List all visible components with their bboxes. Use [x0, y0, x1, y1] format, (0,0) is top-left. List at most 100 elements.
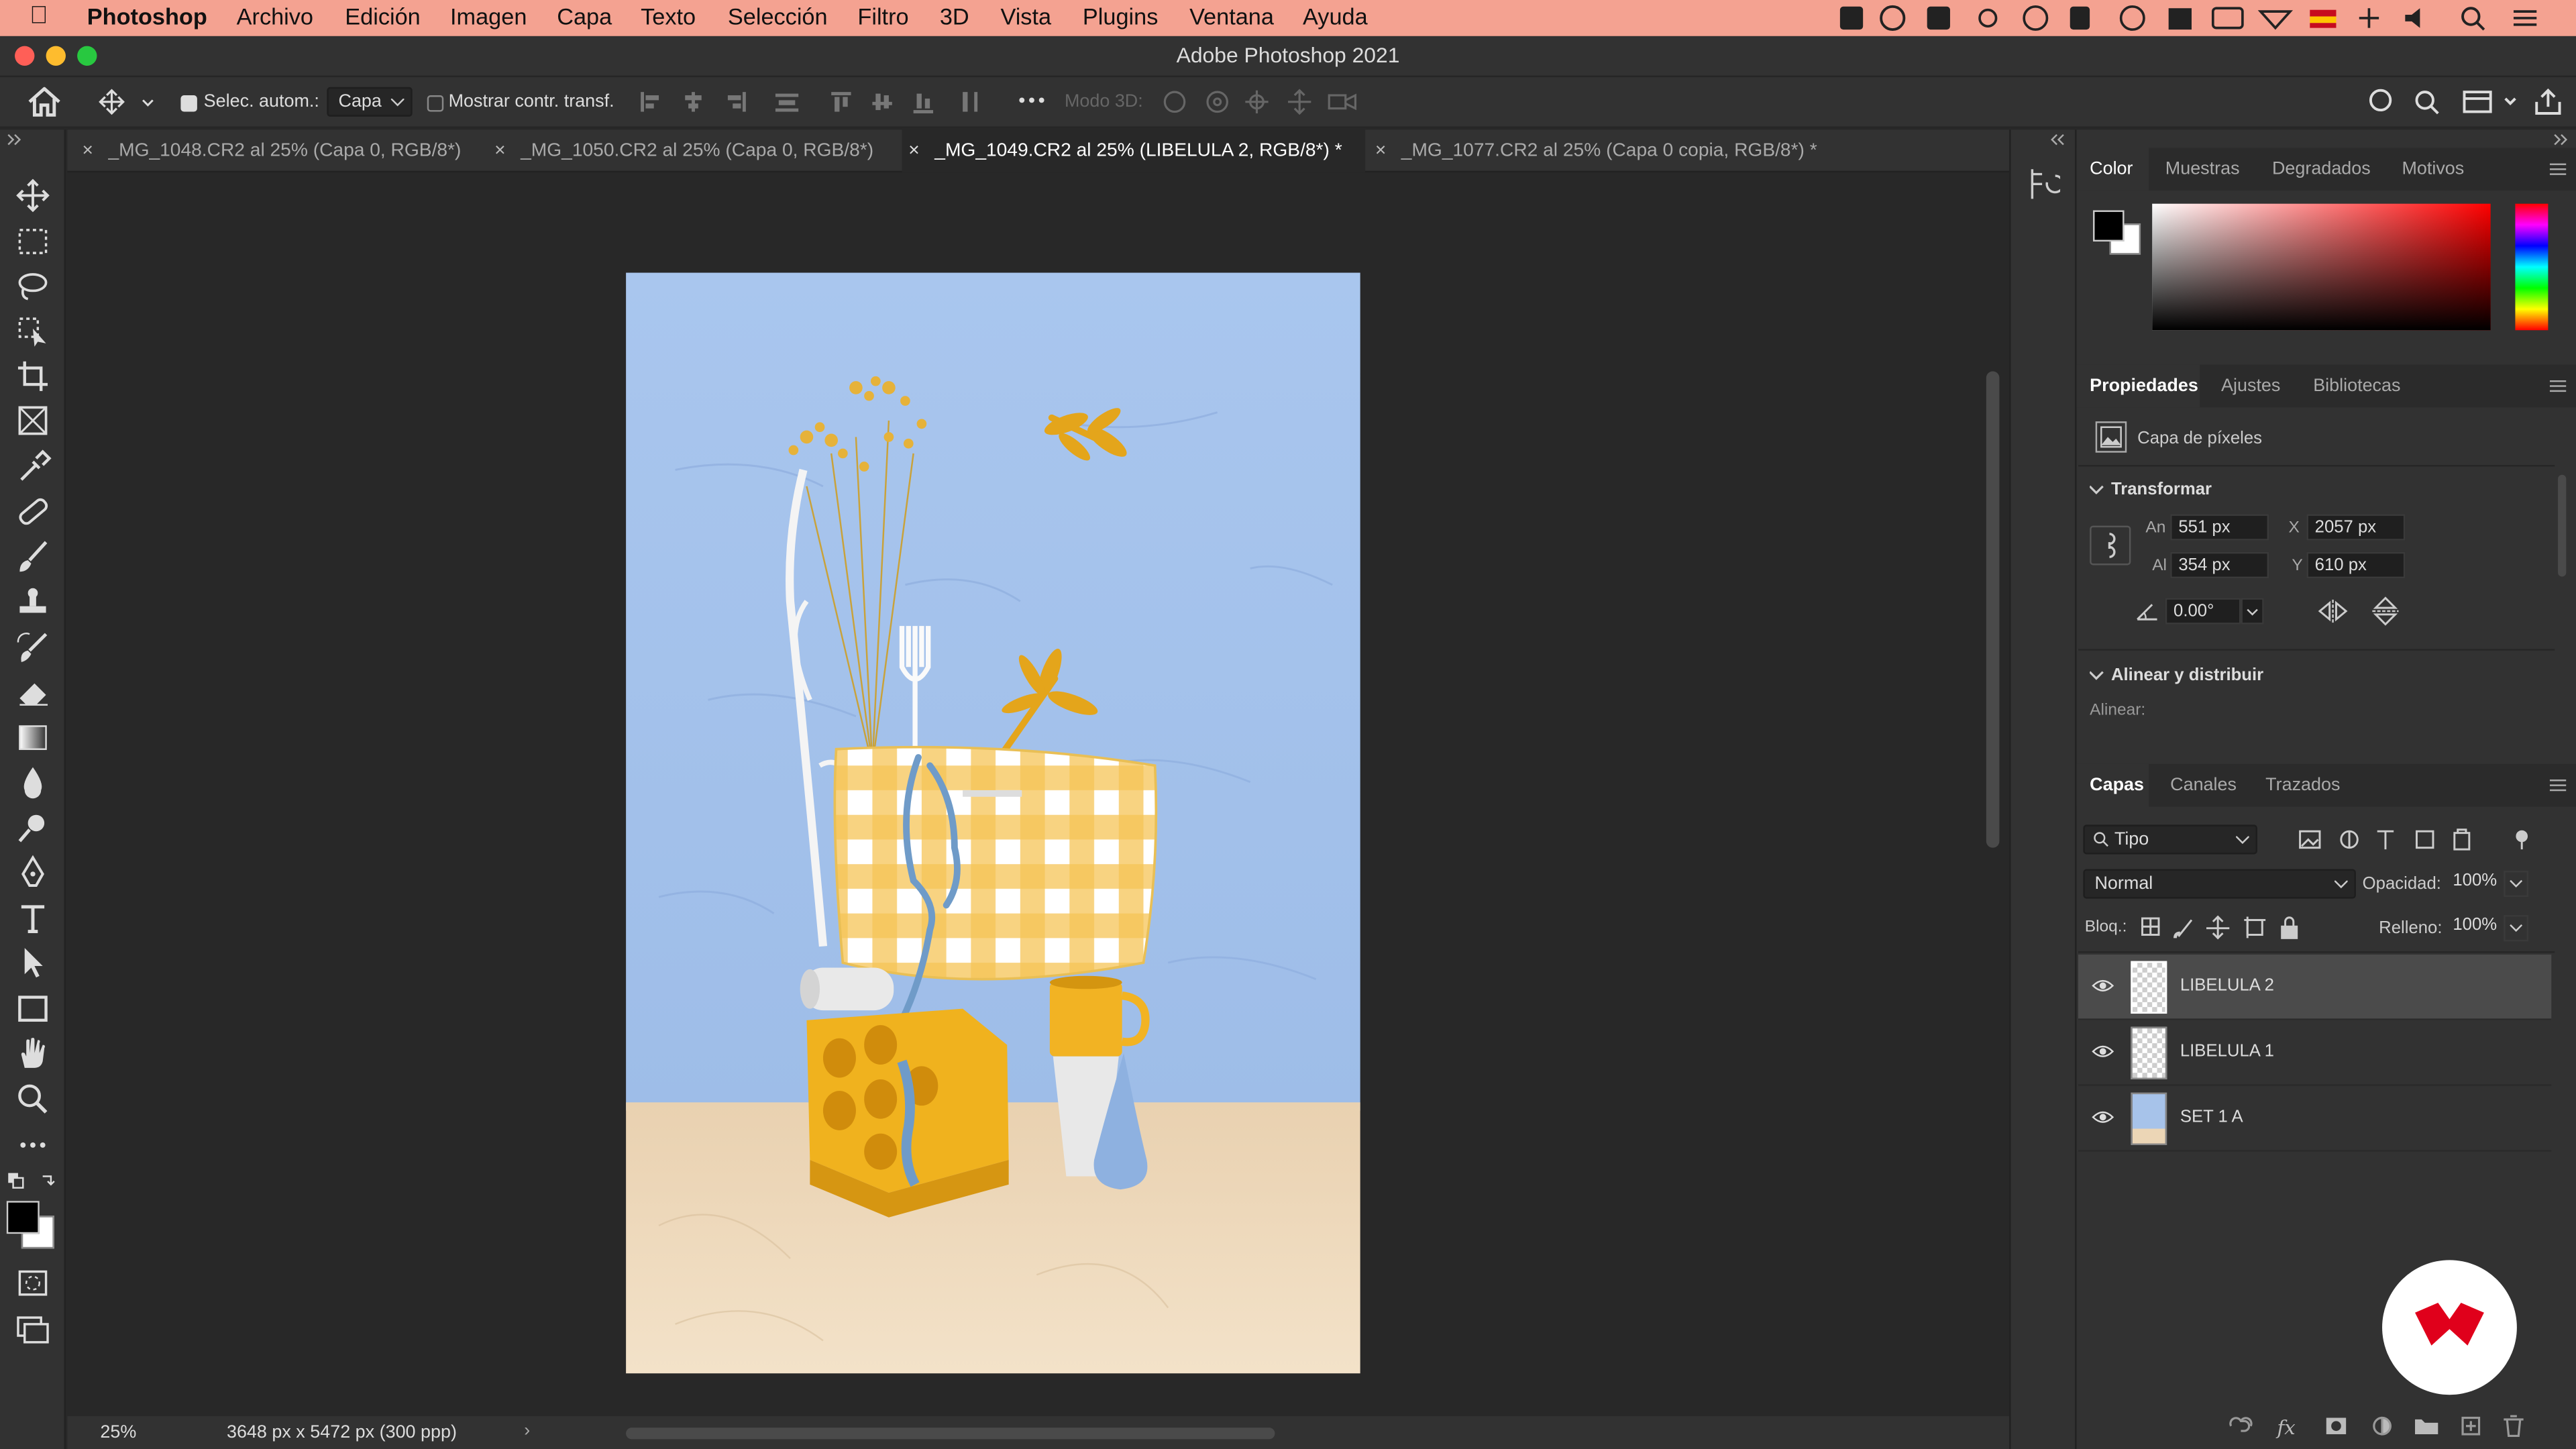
menu-seleccion[interactable]: Selección: [728, 3, 828, 30]
move-tool[interactable]: [13, 177, 53, 213]
close-window-button[interactable]: [15, 46, 35, 66]
menu-app-name[interactable]: Photoshop: [87, 3, 207, 30]
layer-filter-icons[interactable]: [2297, 826, 2543, 853]
menu-imagen[interactable]: Imagen: [450, 3, 527, 30]
width-field[interactable]: 551 px: [2170, 514, 2269, 541]
default-colors-icon[interactable]: [7, 1171, 62, 1191]
chevron-down-icon[interactable]: [2090, 670, 2104, 682]
layer-row-set-1-a[interactable]: SET 1 A: [2078, 1086, 2552, 1152]
fill-field[interactable]: 100%: [2446, 913, 2499, 940]
collapse-panel-icon[interactable]: [2553, 133, 2569, 146]
opacity-dropdown[interactable]: [2504, 870, 2529, 898]
menu-ventana[interactable]: Ventana: [1189, 3, 1274, 30]
menu-filtro[interactable]: Filtro: [857, 3, 908, 30]
tab-canales[interactable]: Canales: [2170, 764, 2237, 807]
auto-select-dropdown[interactable]: Capa: [327, 87, 413, 117]
show-transform-checkbox[interactable]: [427, 95, 444, 112]
tab-trazados[interactable]: Trazados: [2265, 764, 2340, 807]
foreground-color-chip[interactable]: [2093, 210, 2125, 242]
gradient-tool[interactable]: [13, 720, 53, 756]
flip-horizontal-icon[interactable]: [2316, 598, 2349, 624]
angle-dropdown[interactable]: [2241, 598, 2264, 625]
home-icon[interactable]: [26, 87, 62, 117]
transform-section-title[interactable]: Transformar: [2111, 480, 2212, 499]
screen-mode-icon[interactable]: [13, 1311, 53, 1347]
opacity-field[interactable]: 100%: [2446, 869, 2499, 896]
tab-mg-1077[interactable]: × _MG_1077.CR2 al 25% (Capa 0 copia, RGB…: [1368, 129, 1862, 172]
menu-texto[interactable]: Texto: [641, 3, 696, 30]
tab-propiedades[interactable]: Propiedades: [2076, 364, 2200, 408]
maximize-window-button[interactable]: [77, 46, 97, 66]
menu-plugins[interactable]: Plugins: [1083, 3, 1158, 30]
eye-icon[interactable]: [2092, 1109, 2114, 1125]
zoom-level[interactable]: 25%: [100, 1423, 136, 1442]
tab-mg-1050[interactable]: × _MG_1050.CR2 al 25% (Capa 0, RGB/8*): [488, 129, 898, 172]
y-field[interactable]: 610 px: [2306, 551, 2406, 579]
blend-mode-dropdown[interactable]: Normal: [2083, 869, 2356, 899]
canvas-area[interactable]: [67, 174, 2000, 1417]
properties-scrollbar[interactable]: [2558, 474, 2567, 577]
tab-capas[interactable]: Capas: [2076, 763, 2149, 807]
foreground-color-swatch[interactable]: [6, 1201, 40, 1234]
menu-vista[interactable]: Vista: [1000, 3, 1051, 30]
collapse-panel-icon[interactable]: [7, 133, 23, 146]
close-tab-icon[interactable]: ×: [1375, 142, 1386, 161]
hue-slider[interactable]: [2515, 203, 2548, 331]
color-field[interactable]: [2152, 203, 2491, 331]
eyedropper-tool[interactable]: [13, 449, 53, 485]
layer-filter-dropdown[interactable]: Tipo: [2083, 824, 2257, 855]
search-help-icons[interactable]: [2366, 87, 2571, 120]
history-panel-icon[interactable]: [2027, 166, 2061, 202]
healing-brush-tool[interactable]: [13, 493, 53, 529]
flip-vertical-icon[interactable]: [2371, 596, 2400, 626]
layer-row-libelula-2[interactable]: LIBELULA 2: [2078, 954, 2552, 1020]
minimize-window-button[interactable]: [46, 46, 66, 66]
tab-bibliotecas[interactable]: Bibliotecas: [2313, 365, 2400, 408]
link-dimensions-button[interactable]: [2090, 525, 2131, 566]
marquee-tool[interactable]: [13, 223, 53, 260]
chevron-right-icon[interactable]: ›: [524, 1421, 530, 1440]
eye-icon[interactable]: [2092, 1043, 2114, 1059]
lock-buttons[interactable]: [2139, 915, 2304, 941]
lasso-tool[interactable]: [13, 268, 53, 304]
path-selection-tool[interactable]: [13, 945, 53, 981]
fill-dropdown[interactable]: [2504, 915, 2529, 942]
eraser-tool[interactable]: [13, 674, 53, 710]
edit-toolbar-icon[interactable]: [13, 1126, 53, 1162]
tab-mg-1049[interactable]: × _MG_1049.CR2 al 25% (LIBELULA 2, RGB/8…: [902, 129, 1366, 173]
menu-ayuda[interactable]: Ayuda: [1303, 3, 1368, 30]
tab-degradados[interactable]: Degradados: [2272, 148, 2371, 191]
object-selection-tool[interactable]: [13, 312, 53, 348]
layer-row-libelula-1[interactable]: LIBELULA 1: [2078, 1020, 2552, 1086]
align-section-title[interactable]: Alinear y distribuir: [2111, 665, 2263, 685]
horizontal-scrollbar[interactable]: [626, 1428, 1275, 1440]
panel-menu-icon[interactable]: [2549, 162, 2567, 176]
chevron-down-icon[interactable]: [2090, 484, 2104, 496]
dodge-tool[interactable]: [13, 810, 53, 846]
close-tab-icon[interactable]: ×: [494, 142, 505, 161]
menu-archivo[interactable]: Archivo: [237, 3, 313, 30]
clone-stamp-tool[interactable]: [13, 583, 53, 619]
eye-icon[interactable]: [2092, 977, 2114, 994]
tab-motivos[interactable]: Motivos: [2402, 148, 2464, 191]
type-tool[interactable]: [13, 900, 53, 936]
rectangle-tool[interactable]: [13, 991, 53, 1027]
vertical-scrollbar[interactable]: [1986, 371, 2000, 848]
apple-icon[interactable]: : [30, 1, 48, 30]
tab-muestras[interactable]: Muestras: [2165, 148, 2240, 191]
zoom-tool[interactable]: [13, 1081, 53, 1117]
more-options-icon[interactable]: [1017, 87, 1046, 113]
auto-select-checkbox[interactable]: [180, 95, 197, 112]
document-image[interactable]: [626, 272, 1360, 1374]
quick-mask-icon[interactable]: [13, 1265, 53, 1301]
layer-action-buttons[interactable]: fx: [2228, 1413, 2540, 1439]
tab-mg-1048[interactable]: × _MG_1048.CR2 al 25% (Capa 0, RGB/8*): [76, 129, 486, 172]
x-field[interactable]: 2057 px: [2306, 514, 2406, 541]
angle-field[interactable]: 0.00°: [2165, 598, 2241, 625]
tab-color[interactable]: Color: [2076, 148, 2149, 191]
menu-capa[interactable]: Capa: [557, 3, 612, 30]
system-tray-icons[interactable]: [1837, 5, 2560, 32]
brush-tool[interactable]: [13, 539, 53, 575]
close-tab-icon[interactable]: ×: [908, 142, 919, 161]
move-tool-preset-icon[interactable]: [95, 89, 161, 115]
